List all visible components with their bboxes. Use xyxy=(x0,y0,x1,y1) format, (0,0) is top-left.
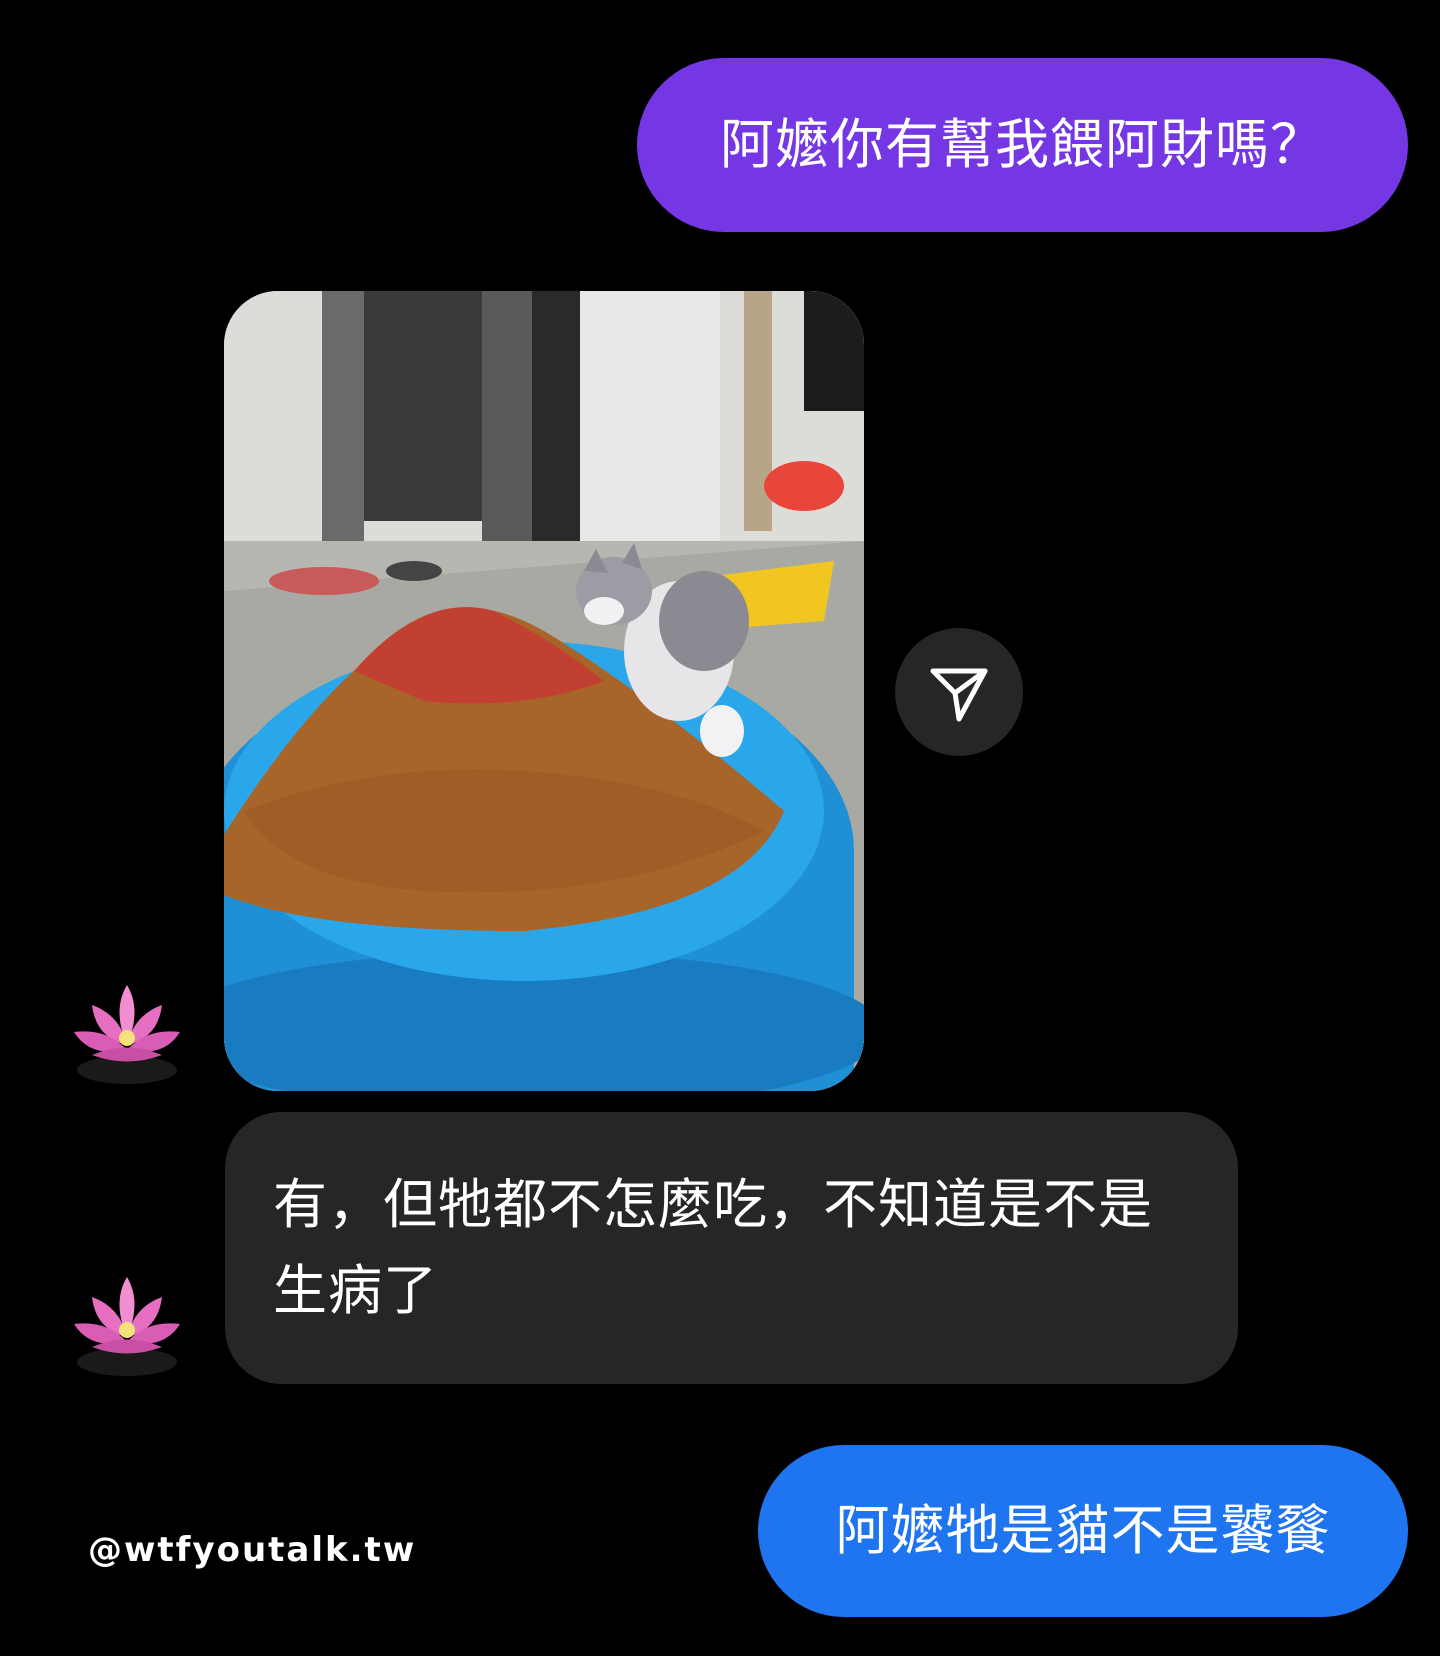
photo-illustration xyxy=(224,291,864,1091)
lotus-flower-avatar-icon xyxy=(74,985,180,1084)
lotus-flower-avatar-icon xyxy=(74,1277,180,1376)
shared-photo[interactable] xyxy=(224,291,864,1091)
incoming-message-text: 有，但牠都不怎麼吃，不知道是不是生病了 xyxy=(273,1172,1153,1322)
contact-avatar[interactable] xyxy=(62,1262,192,1392)
share-button[interactable] xyxy=(895,628,1023,756)
send-icon xyxy=(930,668,988,722)
outgoing-message-text: 阿嬤你有幫我餵阿財嗎？ xyxy=(720,112,1325,176)
outgoing-message-text: 阿嬤牠是貓不是饕餮 xyxy=(835,1498,1331,1562)
outgoing-message-bubble[interactable]: 阿嬤你有幫我餵阿財嗎？ xyxy=(637,58,1408,232)
contact-avatar[interactable] xyxy=(62,970,192,1100)
watermark-handle: @wtfyoutalk.tw xyxy=(88,1530,417,1570)
outgoing-message-bubble[interactable]: 阿嬤牠是貓不是饕餮 xyxy=(758,1445,1408,1617)
incoming-message-bubble[interactable]: 有，但牠都不怎麼吃，不知道是不是生病了 xyxy=(225,1112,1238,1384)
